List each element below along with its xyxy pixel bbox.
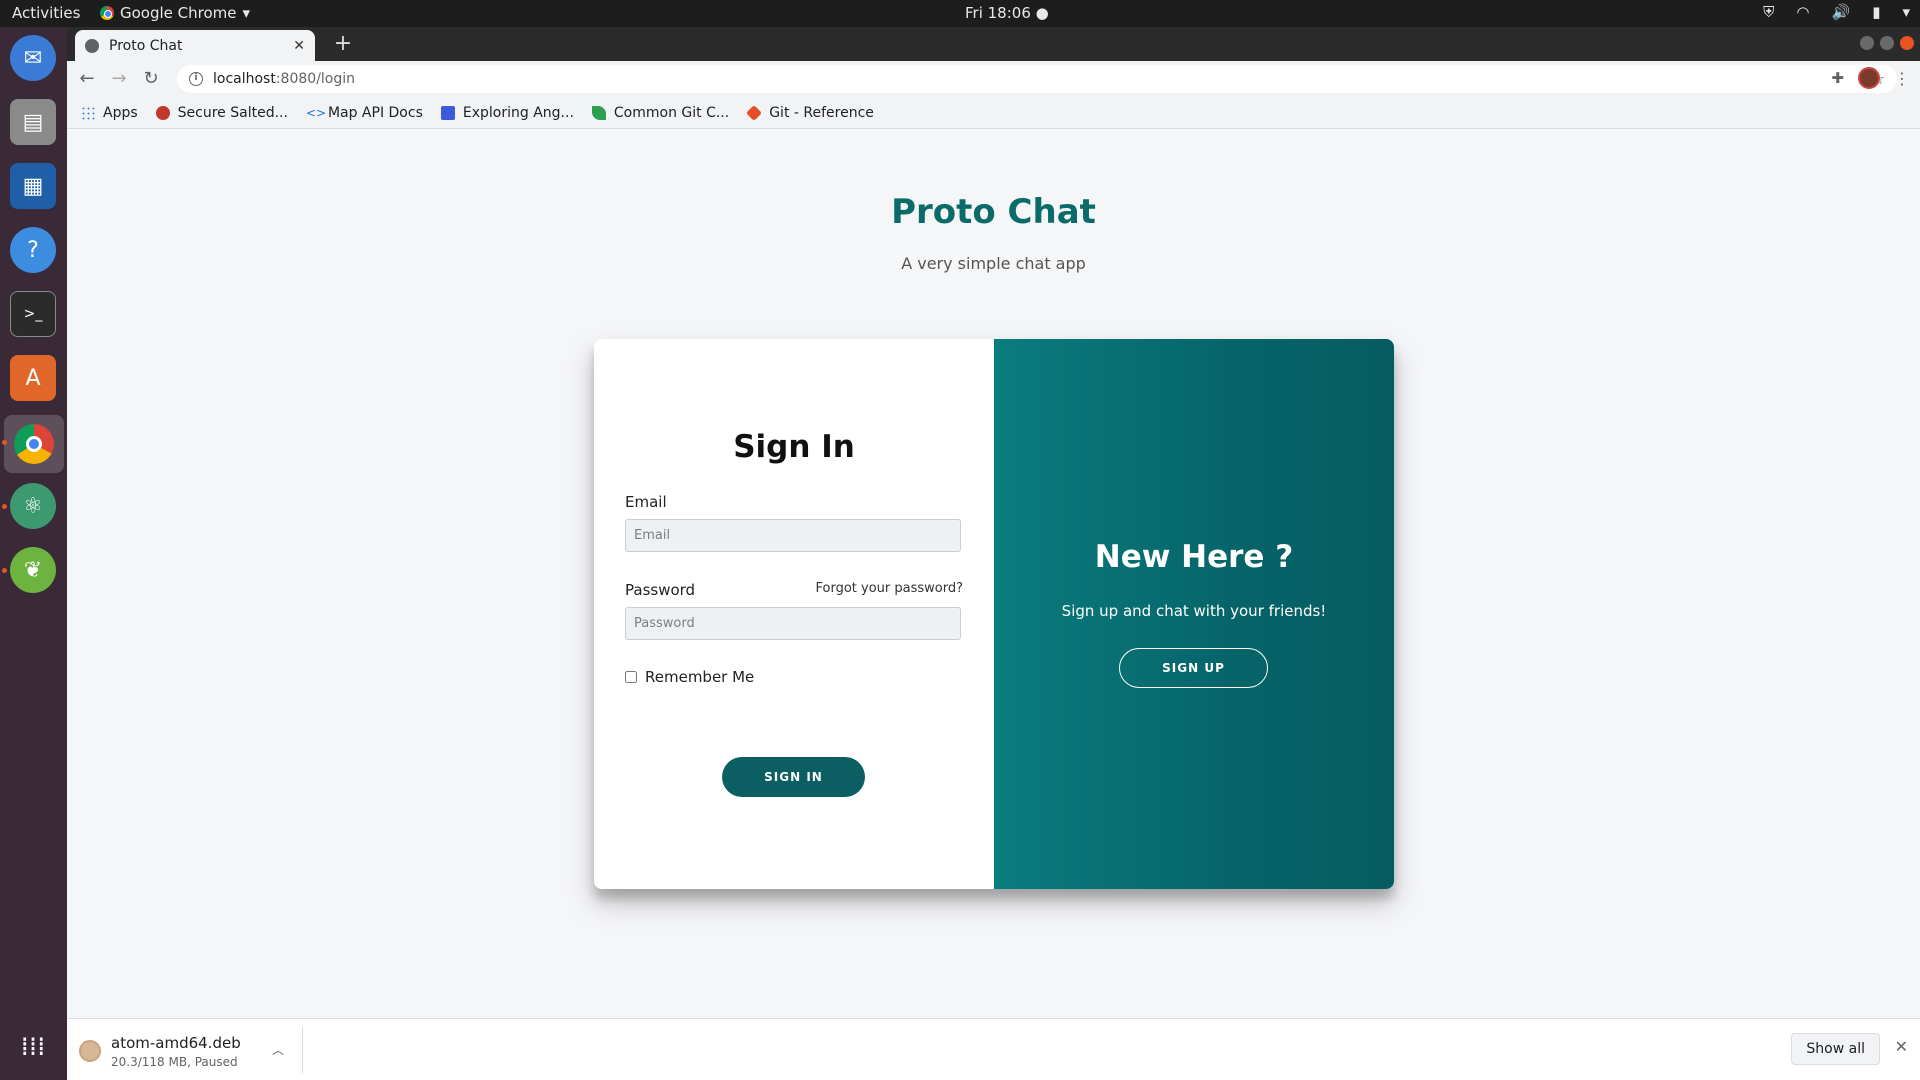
divider xyxy=(302,1027,303,1073)
close-icon[interactable]: ✕ xyxy=(1895,1037,1908,1056)
chevron-up-icon[interactable]: ︿ xyxy=(272,1041,284,1058)
download-filename: atom-amd64.deb xyxy=(111,1033,241,1052)
bookmark-exploring-ang[interactable]: Exploring Ang... xyxy=(440,104,574,121)
bookmark-secure-salted[interactable]: Secure Salted... xyxy=(155,104,288,121)
git-icon xyxy=(746,104,763,121)
bookmark-apps[interactable]: Apps xyxy=(81,105,138,121)
bookmark-label: Git - Reference xyxy=(769,104,874,121)
remember-me[interactable]: Remember Me xyxy=(625,668,754,686)
sign-up-heading: New Here ? xyxy=(1094,539,1294,575)
chevron-down-icon[interactable]: ▾ xyxy=(1902,3,1910,21)
reload-icon[interactable]: ↻ xyxy=(139,67,163,91)
running-indicator xyxy=(2,440,7,445)
forgot-password-link[interactable]: Forgot your password? xyxy=(815,581,963,596)
menu-kebab-icon[interactable]: ⋮ xyxy=(1894,69,1910,88)
download-info: atom-amd64.deb 20.3/118 MB, Paused xyxy=(111,1034,241,1069)
chrome-icon[interactable] xyxy=(4,415,64,473)
page-content: Proto Chat A very simple chat app Sign I… xyxy=(67,130,1920,1018)
bookmark-label: Exploring Ang... xyxy=(462,104,574,121)
chevron-down-icon: ▾ xyxy=(242,4,251,22)
shield-icon[interactable]: ⛨ xyxy=(1763,3,1774,21)
tab-title: Proto Chat xyxy=(109,37,183,54)
url-host: localhost xyxy=(213,71,276,87)
forward-arrow-icon[interactable]: → xyxy=(107,67,131,91)
terminal-icon[interactable]: >_ xyxy=(10,291,56,337)
clock[interactable]: Fri 18:06 ● xyxy=(965,4,1049,22)
sign-in-button[interactable]: SIGN IN xyxy=(722,757,865,797)
toolbar-actions: ✚ ⋮ xyxy=(1831,67,1910,89)
apps-grid-icon[interactable]: ⁞⁞⁞ xyxy=(10,1024,56,1070)
apps-grid-icon xyxy=(81,105,95,120)
sign-in-heading: Sign In xyxy=(733,429,855,465)
spring-icon[interactable]: ❦ xyxy=(10,547,56,593)
auth-card: Sign In Email Password Forgot your passw… xyxy=(594,339,1394,889)
minimize-button[interactable] xyxy=(1860,36,1874,50)
bookmark-git-reference[interactable]: Git - Reference xyxy=(746,104,874,121)
wifi-icon[interactable]: ◠ xyxy=(1796,3,1809,21)
page-subtitle: A very simple chat app xyxy=(901,254,1086,273)
back-arrow-icon[interactable]: ← xyxy=(75,67,99,91)
bookmark-favicon-icon xyxy=(440,105,455,120)
running-indicator xyxy=(2,568,7,573)
bookmark-favicon-icon xyxy=(155,105,170,120)
sign-in-panel: Sign In Email Password Forgot your passw… xyxy=(594,339,994,889)
password-field[interactable] xyxy=(625,607,961,640)
page-title: Proto Chat xyxy=(891,192,1096,232)
dock: ✉ ▤ ▦ ? >_ A ⚛ ❦ ⁞⁞⁞ xyxy=(0,27,67,1080)
app-menu-label: Google Chrome xyxy=(120,4,237,22)
bookmark-label: Secure Salted... xyxy=(177,104,288,121)
running-indicator xyxy=(2,504,7,509)
bookmark-label: Map API Docs xyxy=(327,104,423,121)
tab-strip: Proto Chat ✕ + xyxy=(67,27,1920,61)
globe-icon xyxy=(85,38,99,53)
volume-icon[interactable]: 🔊 xyxy=(1832,3,1851,21)
remember-me-checkbox[interactable] xyxy=(625,671,637,683)
system-top-bar: Activities Google Chrome ▾ Fri 18:06 ● ⛨… xyxy=(0,0,1920,27)
email-field[interactable] xyxy=(625,519,961,552)
sign-up-text: Sign up and chat with your friends! xyxy=(1061,602,1327,620)
atom-icon[interactable]: ⚛ xyxy=(10,483,56,529)
app-menu[interactable]: Google Chrome ▾ xyxy=(100,4,250,22)
url-path: :8080/login xyxy=(275,71,356,87)
activities-button[interactable]: Activities xyxy=(12,4,80,22)
email-label: Email xyxy=(625,493,667,511)
software-icon[interactable]: A xyxy=(10,355,56,401)
bookmark-common-git[interactable]: Common Git C... xyxy=(591,104,730,121)
leaf-icon xyxy=(591,105,606,120)
thunderbird-icon[interactable]: ✉ xyxy=(10,35,56,81)
sign-up-panel: New Here ? Sign up and chat with your fr… xyxy=(994,339,1394,889)
info-icon[interactable]: i xyxy=(189,72,203,86)
remember-me-label: Remember Me xyxy=(645,668,755,686)
download-bar: atom-amd64.deb 20.3/118 MB, Paused ︿ Sho… xyxy=(67,1018,1920,1080)
tab-proto-chat[interactable]: Proto Chat ✕ xyxy=(75,30,315,61)
bookmark-map-api-docs[interactable]: <> Map API Docs xyxy=(306,105,423,121)
sign-up-button[interactable]: SIGN UP xyxy=(1119,648,1268,688)
bookmarks-bar: Apps Secure Salted... <> Map API Docs Ex… xyxy=(67,97,1920,129)
bookmark-label: Apps xyxy=(103,104,138,121)
help-icon[interactable]: ? xyxy=(10,227,56,273)
show-all-button[interactable]: Show all xyxy=(1791,1033,1880,1065)
password-label: Password xyxy=(625,581,696,599)
browser-toolbar: ← → ↻ i localhost:8080/login ☆ ✚ ⋮ xyxy=(67,61,1920,97)
extensions-icon[interactable]: ✚ xyxy=(1831,69,1844,87)
address-bar[interactable]: i localhost:8080/login ☆ xyxy=(177,65,1897,93)
system-tray[interactable]: ⛨ ◠ 🔊 ▮ ▾ xyxy=(1763,3,1910,21)
profile-avatar[interactable] xyxy=(1858,67,1880,89)
package-icon xyxy=(79,1040,101,1062)
code-brackets-icon: <> xyxy=(305,105,327,120)
download-item[interactable]: atom-amd64.deb 20.3/118 MB, Paused xyxy=(79,1029,299,1073)
writer-icon[interactable]: ▦ xyxy=(10,163,56,209)
window-controls xyxy=(1860,36,1914,50)
close-tab-icon[interactable]: ✕ xyxy=(293,38,305,54)
battery-icon[interactable]: ▮ xyxy=(1872,3,1880,21)
close-window-button[interactable] xyxy=(1900,36,1914,50)
maximize-button[interactable] xyxy=(1880,36,1894,50)
bookmark-label: Common Git C... xyxy=(613,104,730,121)
download-status: 20.3/118 MB, Paused xyxy=(111,1054,238,1069)
clock-text: Fri 18:06 xyxy=(965,4,1031,22)
new-tab-button[interactable]: + xyxy=(329,30,357,58)
files-icon[interactable]: ▤ xyxy=(10,99,56,145)
chrome-icon xyxy=(100,6,114,20)
